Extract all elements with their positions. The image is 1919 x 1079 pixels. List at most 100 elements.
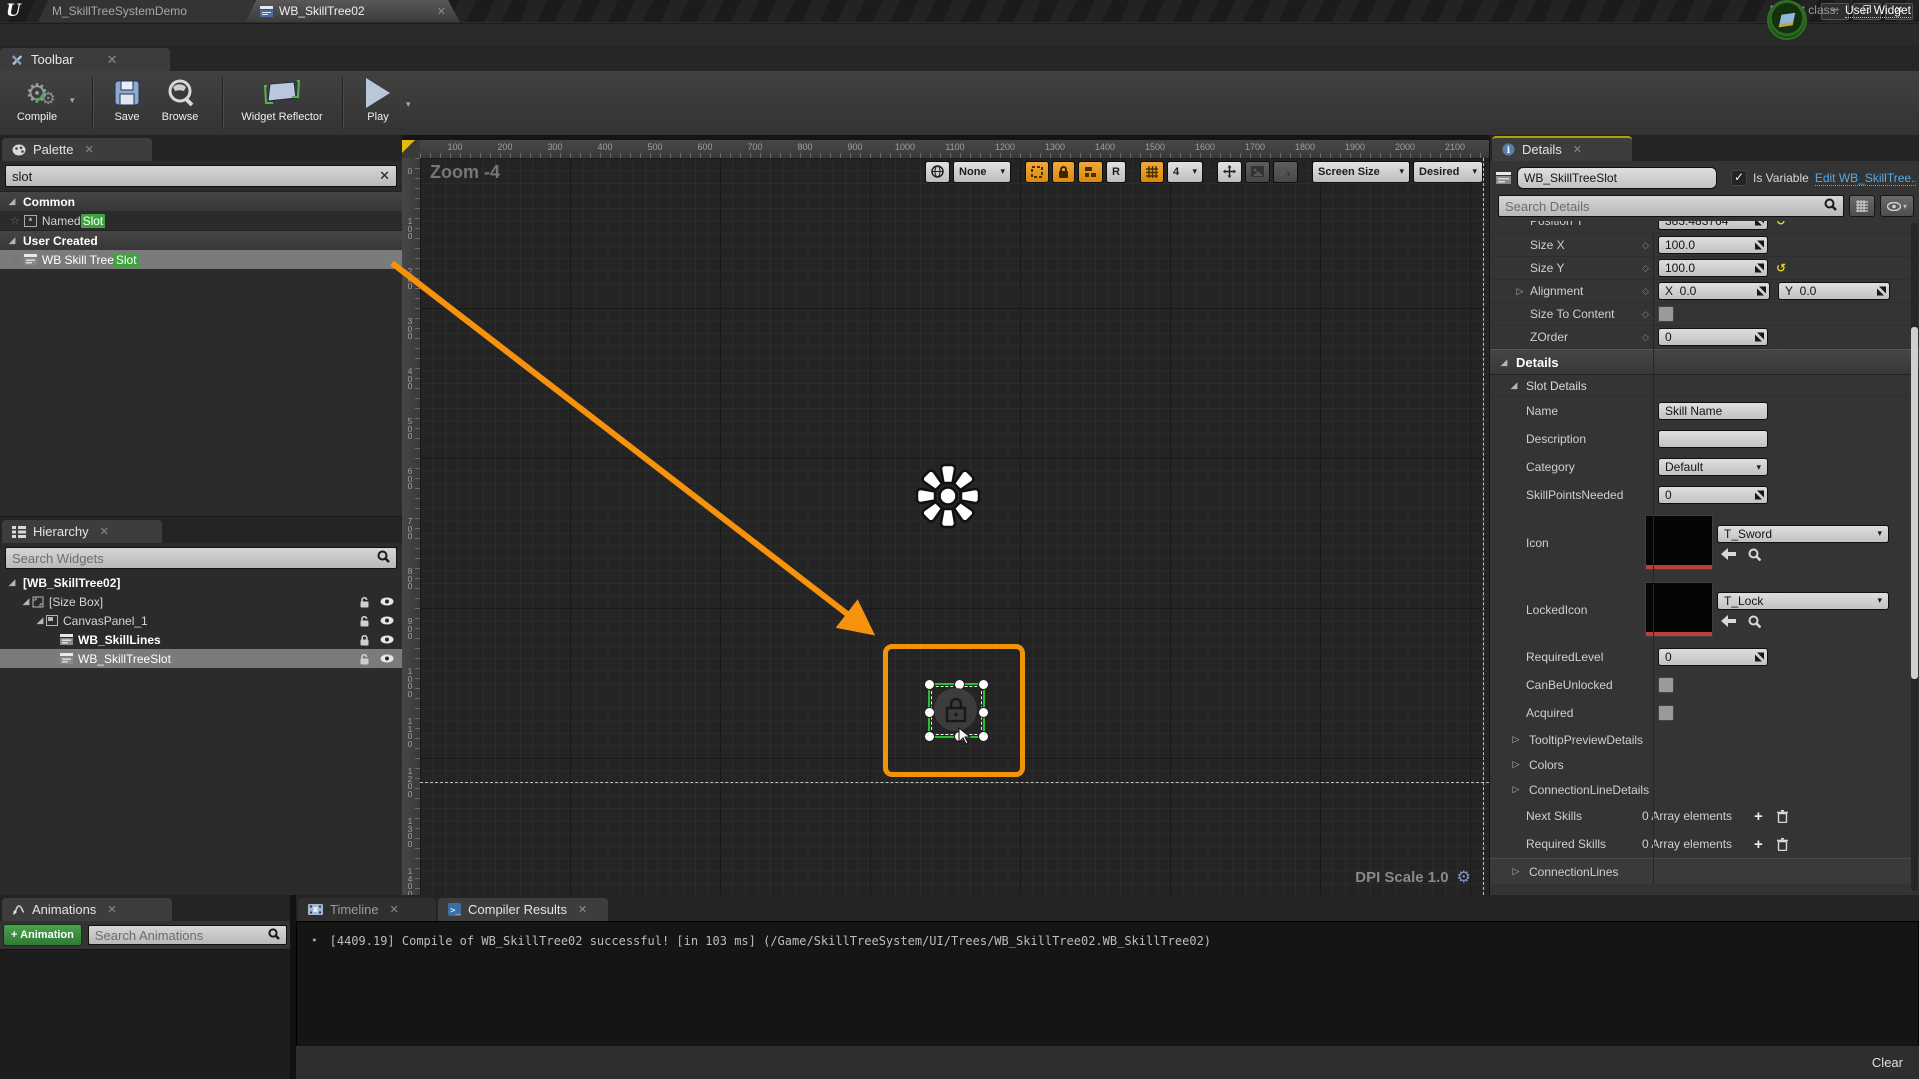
size-to-content-checkbox[interactable] [1658,306,1674,322]
expander-icon[interactable]: ▷ [1510,734,1522,745]
selected-widget-bounds[interactable] [924,679,989,742]
doc-tab-demo[interactable]: M_SkillTreeSystemDemo [38,0,266,22]
resize-handle[interactable] [924,679,935,690]
slot-details-subsection[interactable]: ◢ Slot Details [1490,375,1919,397]
size-y-input[interactable]: 100.0 [1658,259,1768,277]
details-tab[interactable]: i Details ✕ [1492,136,1632,161]
lock-widgets-button[interactable] [1052,160,1076,183]
hierarchy-row-canvaspanel_1[interactable]: ◢ CanvasPanel_1 [0,611,402,630]
grid-size-dropdown[interactable]: 4 ▾ [1167,160,1203,183]
value-spinner-icon[interactable] [1757,286,1766,296]
hierarchy-row-wb_skilltreeslot[interactable]: WB_SkillTreeSlot [0,649,402,668]
position-y-input[interactable]: 383.483764 [1658,221,1768,230]
resize-handle[interactable] [978,707,989,718]
edit-widget-link[interactable]: Edit WB_SkillTree... [1814,171,1916,186]
add-element-icon[interactable]: + [1754,836,1763,853]
details-category-connectionlinedetails[interactable]: ▷ ConnectionLineDetails [1490,777,1919,802]
value-spinner-icon[interactable] [1755,332,1764,342]
value-spinner-icon[interactable] [1755,263,1764,273]
lockedicon-asset-dropdown[interactable]: T_Lock ▾ [1717,591,1889,610]
parent-class-link[interactable]: User Widget [1844,3,1911,18]
close-tab-icon[interactable]: ✕ [437,5,446,18]
eye-icon[interactable] [380,597,394,606]
expander-icon[interactable]: ◢ [6,577,18,588]
details-scrollbar[interactable] [1911,223,1918,891]
lock-open-icon[interactable] [359,596,370,608]
reset-to-default-icon[interactable]: ↺ [1776,261,1786,275]
screen-size-dropdown[interactable]: Screen Size ▾ [1312,160,1410,183]
resize-handle[interactable] [978,731,989,742]
eye-icon[interactable] [380,616,394,625]
toggle-outlines-button[interactable] [1025,160,1050,183]
property-row-position-y[interactable]: Position Y 383.483764 ↺ [1490,221,1919,232]
localization-dropdown[interactable]: None ▾ [953,160,1012,183]
gear-icon[interactable]: ⚙ [1457,867,1471,887]
compiler-results-tab[interactable]: >_ Compiler Results ✕ [438,898,608,921]
display-filter-button[interactable]: ▾ [1880,195,1914,217]
value-spinner-icon[interactable] [1877,286,1886,296]
expander-icon[interactable]: ▷ [1510,866,1522,877]
name-input[interactable]: Skill Name [1658,402,1768,420]
canbeunlocked-checkbox[interactable] [1658,677,1674,693]
close-icon[interactable]: ✕ [107,903,116,916]
clear-search-icon[interactable]: ✕ [379,168,390,184]
lock-open-icon[interactable] [359,653,370,665]
alignment-x-input[interactable]: X 0.0 [1658,282,1770,300]
requiredlevel-input[interactable]: 0 [1658,648,1768,666]
play-button[interactable]: Play [352,75,404,123]
save-button[interactable]: Save [104,75,150,123]
respect-locks-button[interactable] [1078,160,1104,183]
category-dropdown[interactable]: Default ▾ [1658,458,1768,476]
value-spinner-icon[interactable] [1755,652,1764,662]
animations-list-empty[interactable] [0,950,290,1079]
tutorial-icon[interactable] [1767,0,1807,40]
details-category-colors[interactable]: ▷ Colors [1490,752,1919,777]
flip-preview-button[interactable] [1273,160,1298,183]
hierarchy-row-size box[interactable]: ◢ [Size Box] [0,592,402,611]
acquired-checkbox[interactable] [1658,705,1674,721]
eye-icon[interactable] [380,635,394,644]
value-spinner-icon[interactable] [1755,240,1764,250]
expander-icon[interactable]: ▷ [1514,286,1526,297]
close-icon[interactable]: ✕ [1573,143,1582,156]
property-matrix-button[interactable] [1849,195,1875,217]
dpi-scale-indicator[interactable]: DPI Scale 1.0 ⚙ [1355,867,1471,887]
palette-section-common[interactable]: ◢ Common [0,191,402,211]
palette-item-named-slot[interactable]: ☆ * Named Slot [0,211,402,230]
favorite-star-icon[interactable]: ☆ [10,253,20,266]
expander-icon[interactable]: ▷ [1510,784,1522,795]
compile-button[interactable]: ⚙ ⚙ ✓ Compile [6,75,68,124]
browse-button[interactable]: Browse [152,75,208,123]
lockedicon-thumbnail[interactable] [1645,582,1713,637]
hierarchy-row-wb_skilltree02[interactable]: ◢ [WB_SkillTree02] [0,573,402,592]
trash-icon[interactable] [1776,809,1788,823]
close-icon[interactable]: ✕ [390,903,399,916]
fill-rule-dropdown[interactable]: Desired ▾ [1413,160,1483,183]
close-icon[interactable]: ✕ [100,525,109,538]
expander-icon[interactable]: ◢ [6,235,18,246]
clear-log-button[interactable]: Clear [1872,1055,1903,1070]
compile-options-caret[interactable]: ▾ [70,95,75,106]
designer-canvas[interactable]: 100 200 300 400 500 600 700 800 900 1000 1100 1200 1… [402,135,1489,895]
grid-snap-button[interactable] [1140,160,1164,183]
widget-name-input[interactable]: WB_SkillTreeSlot [1517,167,1717,189]
eye-icon[interactable] [380,654,394,663]
transform-mode-button[interactable] [1217,160,1242,183]
expander-icon[interactable]: ◢ [34,615,46,626]
animations-search-input[interactable]: Search Animations [87,925,287,945]
resize-handle[interactable] [978,679,989,690]
use-selected-asset-icon[interactable] [1721,614,1736,627]
widget-reflector-button[interactable]: Widget Reflector [234,75,330,123]
is-variable-checkbox[interactable]: ✓ [1731,170,1747,186]
timeline-tab[interactable]: Timeline ✕ [298,898,436,921]
zorder-input[interactable]: 0 [1658,328,1768,346]
details-section-header[interactable]: ◢ Details [1490,349,1919,375]
toolbar-tab[interactable]: Toolbar ✕ [0,48,170,71]
palette-section-user-created[interactable]: ◢ User Created [0,230,402,250]
lock-open-icon[interactable] [359,615,370,627]
hierarchy-search-input[interactable]: Search Widgets [5,547,397,569]
r-toggle-button[interactable]: R [1106,160,1126,183]
value-spinner-icon[interactable] [1755,490,1764,500]
expander-icon[interactable]: ◢ [1508,380,1520,391]
trash-icon[interactable] [1776,837,1788,851]
